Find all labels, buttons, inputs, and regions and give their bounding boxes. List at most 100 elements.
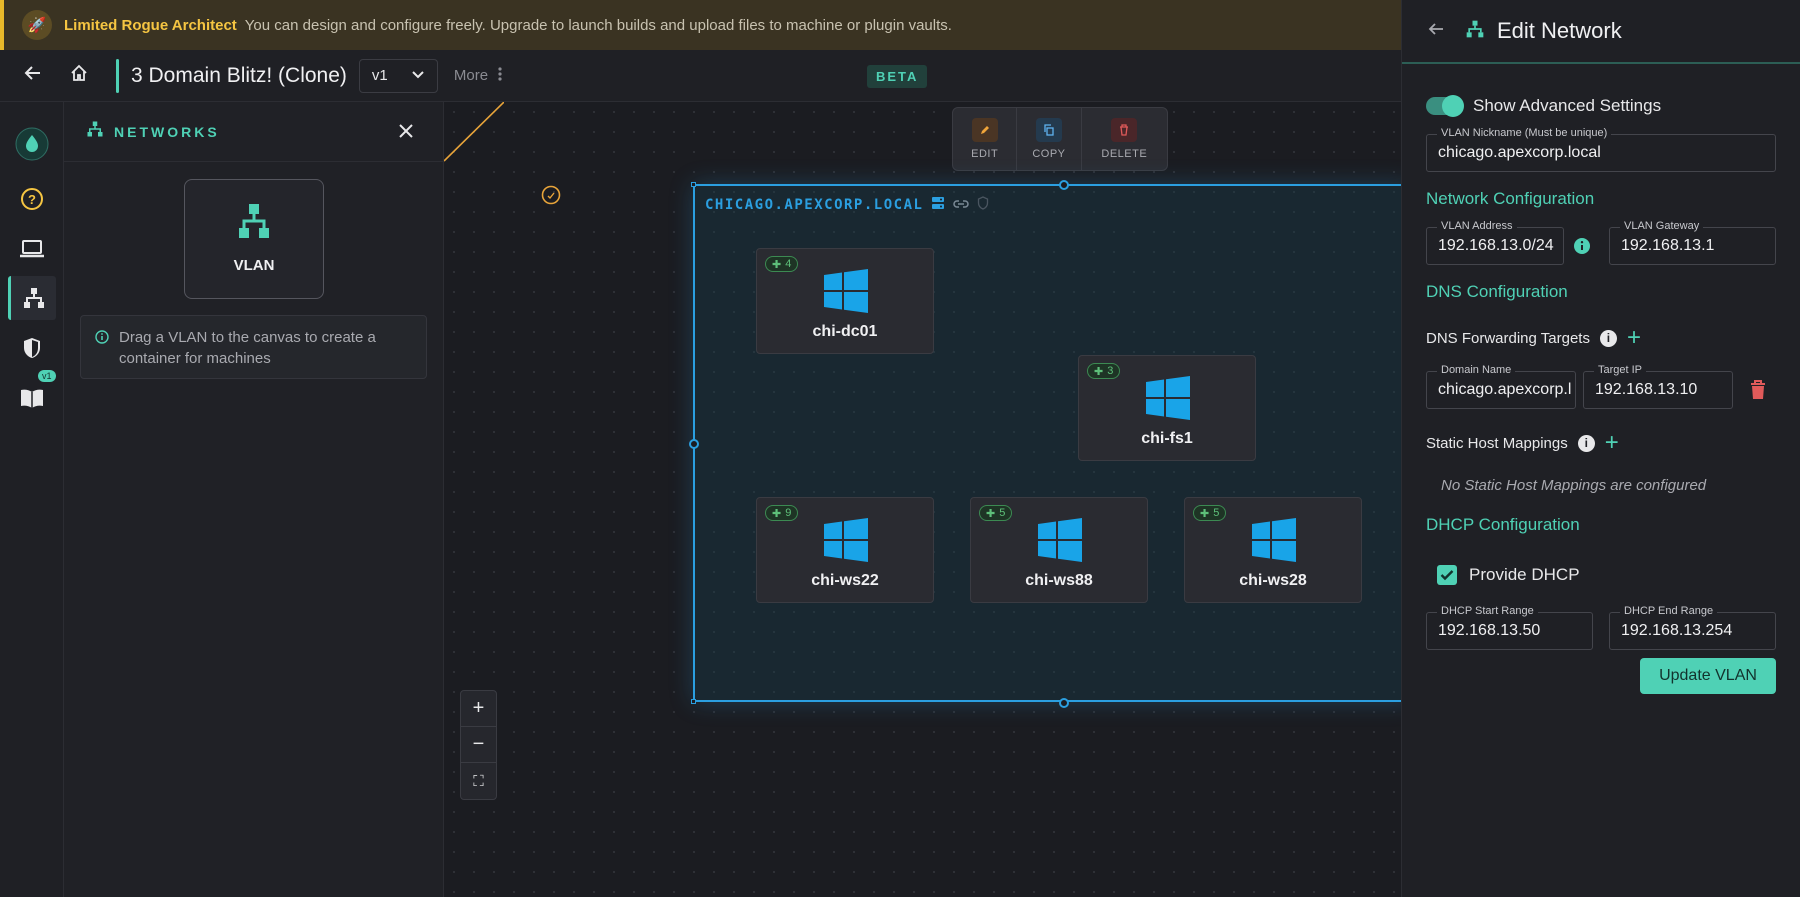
trash-icon [1111,118,1138,142]
windows-logo-icon [824,518,868,562]
windows-logo-icon [1038,518,1082,562]
docs-badge: v1 [38,370,56,382]
zoom-out-button[interactable]: − [461,727,496,763]
network-configuration-heading: Network Configuration [1426,189,1595,208]
networks-panel-header: NETWORKS [64,102,443,162]
machine-name: chi-ws22 [811,572,879,589]
server-icon[interactable] [931,196,945,214]
logo-icon[interactable] [8,122,56,166]
vlan-name-text: CHICAGO.APEXCORP.LOCAL [705,197,924,213]
back-arrow-icon[interactable] [1427,21,1445,42]
windows-logo-icon [1146,376,1190,420]
windows-logo-icon [1252,518,1296,562]
back-arrow-icon[interactable] [18,63,48,89]
puzzle-icon: ✚ [772,258,782,271]
vlan-address-field[interactable]: VLAN Address 192.168.13.0/24 [1426,220,1564,265]
network-icon [237,204,271,245]
banner-message: You can design and configure freely. Upg… [244,16,952,34]
info-icon[interactable]: i [1577,434,1595,452]
home-icon[interactable] [64,63,94,89]
design-canvas[interactable]: EDIT COPY DELETE CHICAGO.APEXCORP.LOCAL [444,102,1401,897]
corner-handle[interactable] [691,699,696,704]
field-label: Target IP [1594,364,1647,376]
dhcp-start-field[interactable]: DHCP Start Range 192.168.13.50 [1426,605,1593,650]
dhcp-configuration-heading: DHCP Configuration [1426,515,1580,534]
edit-label: EDIT [971,148,999,160]
windows-logo-icon [824,269,868,313]
dns-forwarding-row: DNS Forwarding Targets i + [1426,326,1641,350]
dhcp-end-field[interactable]: DHCP End Range 192.168.13.254 [1609,605,1776,650]
link-icon[interactable] [953,197,970,213]
add-dns-target-button[interactable]: + [1627,326,1641,350]
field-value: 192.168.13.0/24 [1438,237,1554,254]
plugin-count-badge: ✚ 5 [979,505,1013,521]
machine-card[interactable]: ✚ 4 chi-dc01 [756,248,934,354]
machine-card[interactable]: ✚ 9 chi-ws22 [756,497,934,603]
copy-label: COPY [1032,148,1066,160]
info-icon[interactable] [1573,237,1591,260]
machine-card[interactable]: ✚ 3 chi-fs1 [1078,355,1256,461]
puzzle-icon: ✚ [986,507,996,520]
field-label: VLAN Address [1437,220,1517,232]
copy-button[interactable]: COPY [1017,108,1082,170]
machine-name: chi-ws28 [1239,572,1307,589]
field-value: 192.168.13.254 [1621,622,1733,639]
puzzle-icon: ✚ [772,507,782,520]
zoom-in-button[interactable]: + [461,691,496,727]
provide-dhcp-checkbox[interactable] [1437,565,1457,585]
static-hosts-row: Static Host Mappings i + [1426,431,1619,455]
machine-name: chi-fs1 [1141,430,1193,447]
puzzle-icon: ✚ [1094,365,1104,378]
version-select[interactable]: v1 [358,58,438,93]
more-button[interactable]: More [453,66,502,85]
field-value: chicago.apexcorp.local [1438,381,1571,398]
rocket-icon: 🚀 [22,10,52,40]
laptop-icon[interactable] [8,227,56,271]
update-vlan-button[interactable]: Update VLAN [1640,658,1776,694]
add-static-host-button[interactable]: + [1605,431,1619,455]
target-ip-field[interactable]: Target IP 192.168.13.10 [1583,364,1733,409]
resize-handle-bottom[interactable] [1059,698,1069,708]
network-icon[interactable] [8,276,56,320]
vlan-tile-label: VLAN [233,257,275,274]
info-icon[interactable]: i [1599,329,1617,347]
corner-handle[interactable] [691,182,696,187]
resize-handle-top[interactable] [1059,180,1069,190]
help-icon[interactable]: ? [8,177,56,221]
vlan-nickname-field[interactable]: VLAN Nickname (Must be unique) chicago.a… [1426,127,1776,172]
pencil-icon [971,118,998,142]
edge-marker-icon[interactable] [541,185,561,210]
vlan-gateway-field[interactable]: VLAN Gateway 192.168.13.1 [1609,220,1776,265]
beta-badge: BETA [867,65,928,88]
machine-card[interactable]: ✚ 5 chi-ws28 [1184,497,1362,603]
close-icon[interactable] [398,123,414,144]
zoom-controls: + − ⛶ [460,690,497,800]
plugin-count: 9 [785,507,792,519]
shield-outline-icon[interactable] [977,196,989,214]
advanced-settings-toggle[interactable] [1426,95,1464,117]
edit-button[interactable]: EDIT [953,108,1018,170]
shield-icon[interactable] [8,326,56,370]
vlan-container[interactable]: CHICAGO.APEXCORP.LOCAL ✚ 4 chi-dc01 ✚ 3 ch… [689,180,1401,708]
more-label: More [453,67,489,84]
network-icon [1465,19,1485,44]
plugin-count: 5 [999,507,1006,519]
connection-line [444,102,504,162]
fit-view-button[interactable]: ⛶ [461,763,496,799]
delete-button[interactable]: DELETE [1082,108,1167,170]
vlan-tile[interactable]: VLAN [184,179,324,299]
trash-icon[interactable] [1750,380,1766,405]
project-title: 3 Domain Blitz! (Clone) [131,63,347,87]
static-hosts-empty-text: No Static Host Mappings are configured [1441,477,1707,494]
domain-name-field[interactable]: Domain Name chicago.apexcorp.local [1426,364,1576,409]
provide-dhcp-label: Provide DHCP [1469,565,1580,584]
machine-card[interactable]: ✚ 5 chi-ws88 [970,497,1148,603]
drag-hint: Drag a VLAN to the canvas to create a co… [80,315,427,379]
tier-label: Limited Rogue Architect [64,16,237,34]
toggle-knob [1442,95,1464,117]
docs-book-icon[interactable]: v1 [8,370,56,420]
resize-handle-left[interactable] [689,439,699,449]
field-label: VLAN Gateway [1620,220,1704,232]
delete-label: DELETE [1101,148,1148,160]
version-value: v1 [371,67,388,84]
